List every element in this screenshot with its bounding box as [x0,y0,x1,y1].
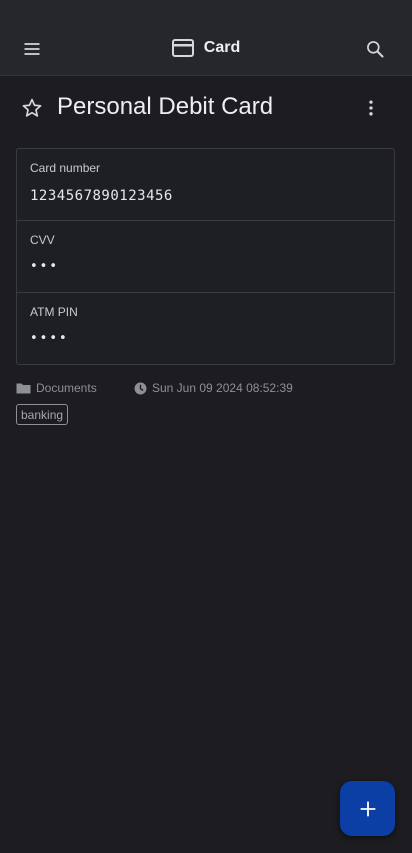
item-title: Personal Debit Card [57,93,274,120]
modified-date: Sun Jun 09 2024 08:52:39 [134,381,293,395]
folder-name: Documents [36,381,97,395]
field-label: ATM PIN [30,305,78,319]
field-label: CVV [30,233,55,247]
field-atm-pin[interactable]: ATM PIN •••• [17,293,394,364]
field-card-number[interactable]: Card number 1234567890123456 [17,149,394,221]
more-vert-icon [369,100,373,116]
add-item-fab[interactable] [340,781,395,836]
favorite-button[interactable] [12,88,52,128]
folder-icon [16,383,31,394]
appbar-title: Card [0,39,412,57]
status-bar [0,0,412,24]
tag-chip[interactable]: banking [16,404,69,425]
search-button[interactable] [355,29,395,69]
search-icon [367,41,384,58]
star-outline-icon [22,98,42,117]
field-value-masked: •••• [30,331,69,346]
credit-card-icon [171,39,194,57]
more-options-button[interactable] [351,88,391,128]
field-label: Card number [30,161,101,175]
item-header: Personal Debit Card [0,76,412,140]
app-root: Card Personal Debit Card Card number 123… [0,0,412,853]
field-value: 1234567890123456 [30,188,173,204]
field-value-masked: ••• [30,259,60,274]
field-cvv[interactable]: CVV ••• [17,221,394,293]
clock-icon [134,382,147,394]
folder-link[interactable]: Documents [16,381,134,395]
item-meta: Documents Sun Jun 09 2024 08:52:39 [16,378,293,398]
fields-list: Card number 1234567890123456 CVV ••• ATM… [16,148,395,365]
modified-date-text: Sun Jun 09 2024 08:52:39 [152,381,293,395]
top-app-bar: Card [0,24,412,76]
appbar-title-text: Card [203,39,241,56]
add-icon [359,800,376,817]
